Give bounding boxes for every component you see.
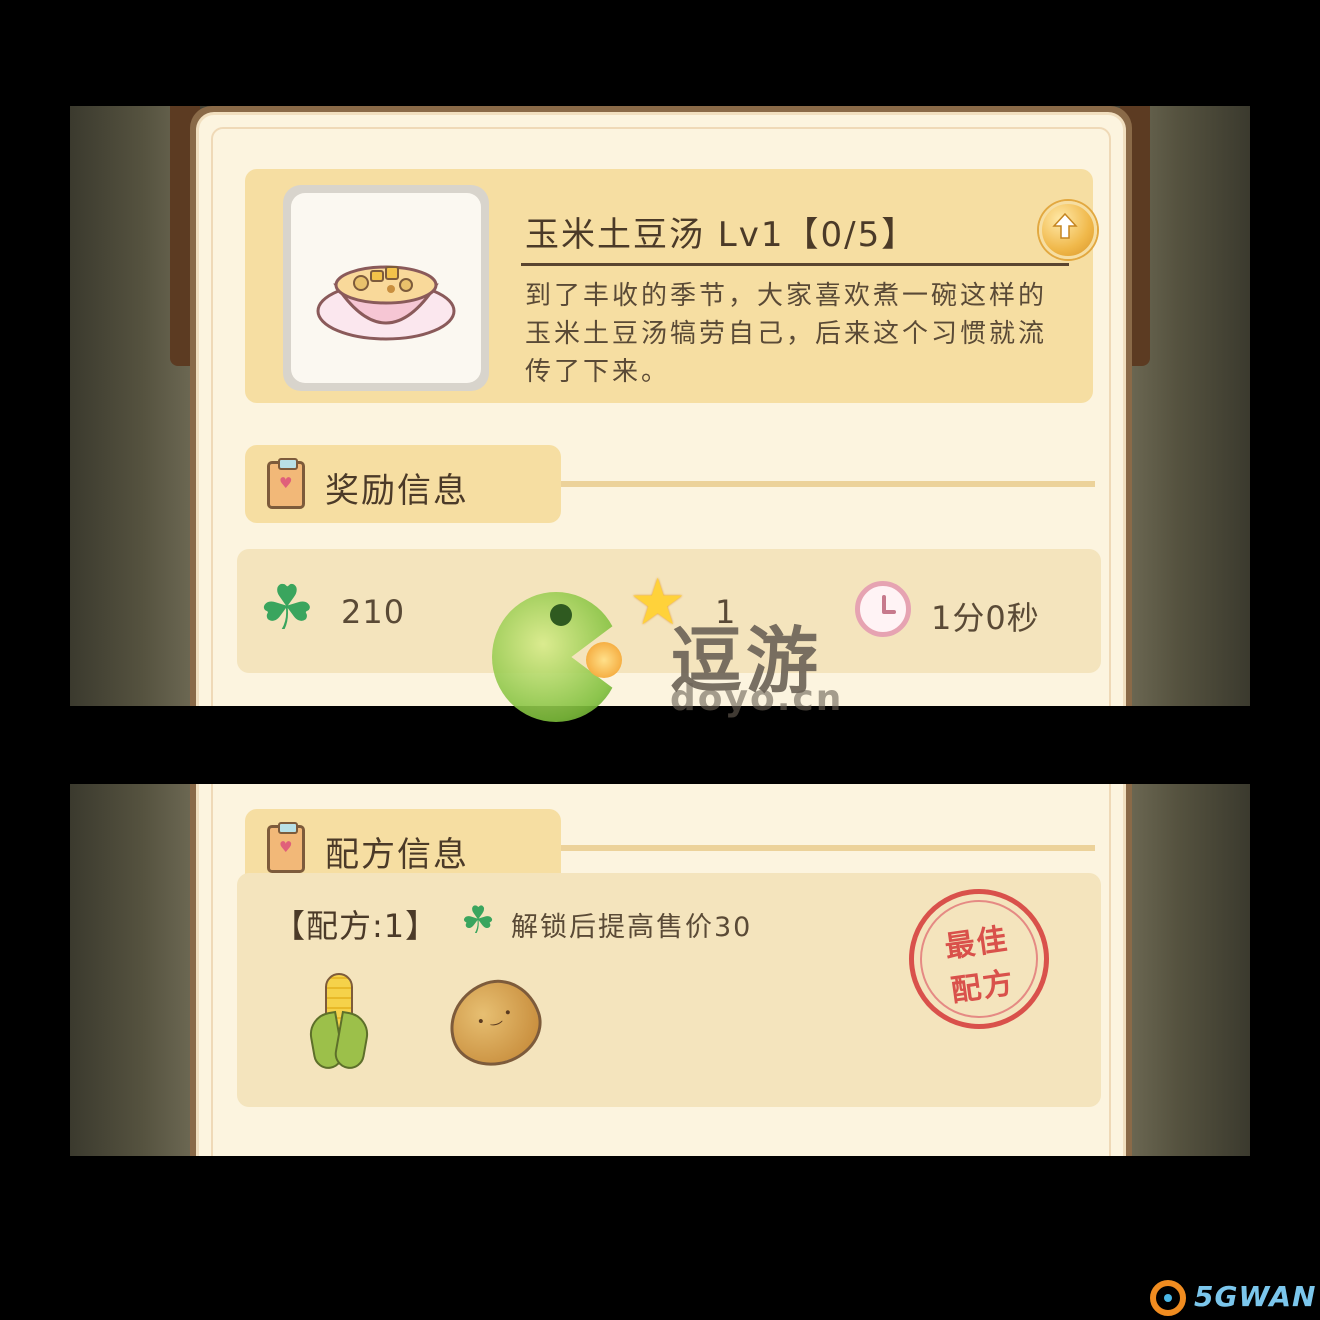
upgrade-arrow-button[interactable] [1039, 201, 1097, 259]
top-screenshot: 玉米土豆汤 Lv1【0/5】 到了丰收的季节，大家喜欢煮一碗这样的玉米土豆汤犒劳… [70, 106, 1250, 706]
bottom-screenshot: 配方信息 【配方:1】 ☘ 解锁后提高售价30 最佳 配方 [70, 784, 1250, 1156]
recipe-section-label: 配方信息 [325, 835, 469, 875]
soup-bowl-icon [316, 265, 456, 341]
title-divider [521, 263, 1069, 266]
corn-icon[interactable] [306, 973, 372, 1072]
logo-text: 5GWAN [1194, 1280, 1317, 1313]
dish-description: 到了丰收的季节，大家喜欢煮一碗这样的玉米土豆汤犒劳自己，后来这个习惯就流传了下来… [525, 281, 1048, 387]
clover-icon: ☘ [259, 571, 315, 644]
clover-reward-value: 210 [341, 593, 406, 631]
clipboard-icon [267, 822, 305, 873]
5gwan-logo: 5GWAN [1150, 1276, 1320, 1320]
up-arrow-icon [1052, 212, 1078, 239]
dish-info-panel: 玉米土豆汤 Lv1【0/5】 到了丰收的季节，大家喜欢煮一碗这样的玉米土豆汤犒劳… [190, 106, 1132, 706]
reward-section-label: 奖励信息 [325, 471, 469, 511]
dish-title: 玉米土豆汤 Lv1【0/5】 [525, 215, 918, 255]
reward-card: ☘ 210 ★ 1 1分0秒 [237, 549, 1101, 673]
section-divider [561, 845, 1095, 851]
logo-ring-icon [1150, 1280, 1186, 1316]
clover-icon: ☘ [461, 898, 496, 942]
clipboard-icon [267, 458, 305, 509]
recipe-info-panel: 配方信息 【配方:1】 ☘ 解锁后提高售价30 最佳 配方 [190, 784, 1132, 1156]
recipe-card: 【配方:1】 ☘ 解锁后提高售价30 最佳 配方 [237, 873, 1101, 1107]
potato-icon[interactable] [438, 968, 552, 1078]
reward-section-header: 奖励信息 [245, 445, 561, 523]
star-icon: ★ [629, 566, 687, 640]
clock-icon [855, 581, 911, 637]
dish-header-card: 玉米土豆汤 Lv1【0/5】 到了丰收的季节，大家喜欢煮一碗这样的玉米土豆汤犒劳… [245, 169, 1097, 403]
recipe-number-label: 【配方:1】 [273, 907, 439, 945]
section-divider [561, 481, 1095, 487]
star-reward-value: 1 [715, 593, 737, 631]
recipe-bonus-text: 解锁后提高售价30 [511, 912, 753, 943]
cook-time-value: 1分0秒 [931, 599, 1040, 637]
best-recipe-stamp: 最佳 配方 [899, 879, 1059, 1039]
dish-image-frame [283, 185, 489, 391]
